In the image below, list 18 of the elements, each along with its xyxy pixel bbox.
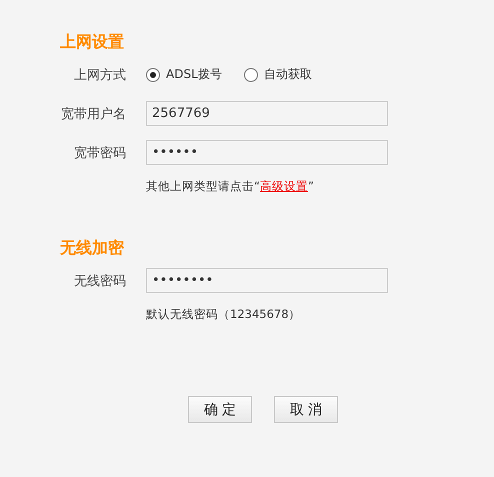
hint-text: 默认无线密码（12345678）: [146, 307, 301, 322]
field-label: 宽带用户名: [60, 106, 126, 122]
cancel-button[interactable]: 取 消: [274, 396, 338, 423]
input-field[interactable]: 2567769: [146, 101, 388, 126]
field-label: 宽带密码: [73, 144, 126, 162]
radio-icon[interactable]: [146, 68, 160, 82]
advanced-settings-link[interactable]: 高级设置: [260, 179, 308, 193]
input-field[interactable]: ••••••: [146, 140, 388, 165]
radio-option[interactable]: ADSL拨号: [146, 66, 222, 83]
hint-text: 其他上网类型请点击“高级设置”: [146, 179, 314, 194]
field-label: 无线密码: [73, 272, 126, 290]
radio-icon[interactable]: [244, 68, 258, 82]
confirm-button[interactable]: 确 定: [188, 396, 252, 423]
section-title: 上网设置: [60, 31, 125, 53]
input-field[interactable]: ••••••••: [146, 268, 388, 293]
field-label: 上网方式: [73, 66, 126, 84]
radio-option[interactable]: 自动获取: [244, 66, 312, 83]
section-title: 无线加密: [60, 237, 125, 259]
